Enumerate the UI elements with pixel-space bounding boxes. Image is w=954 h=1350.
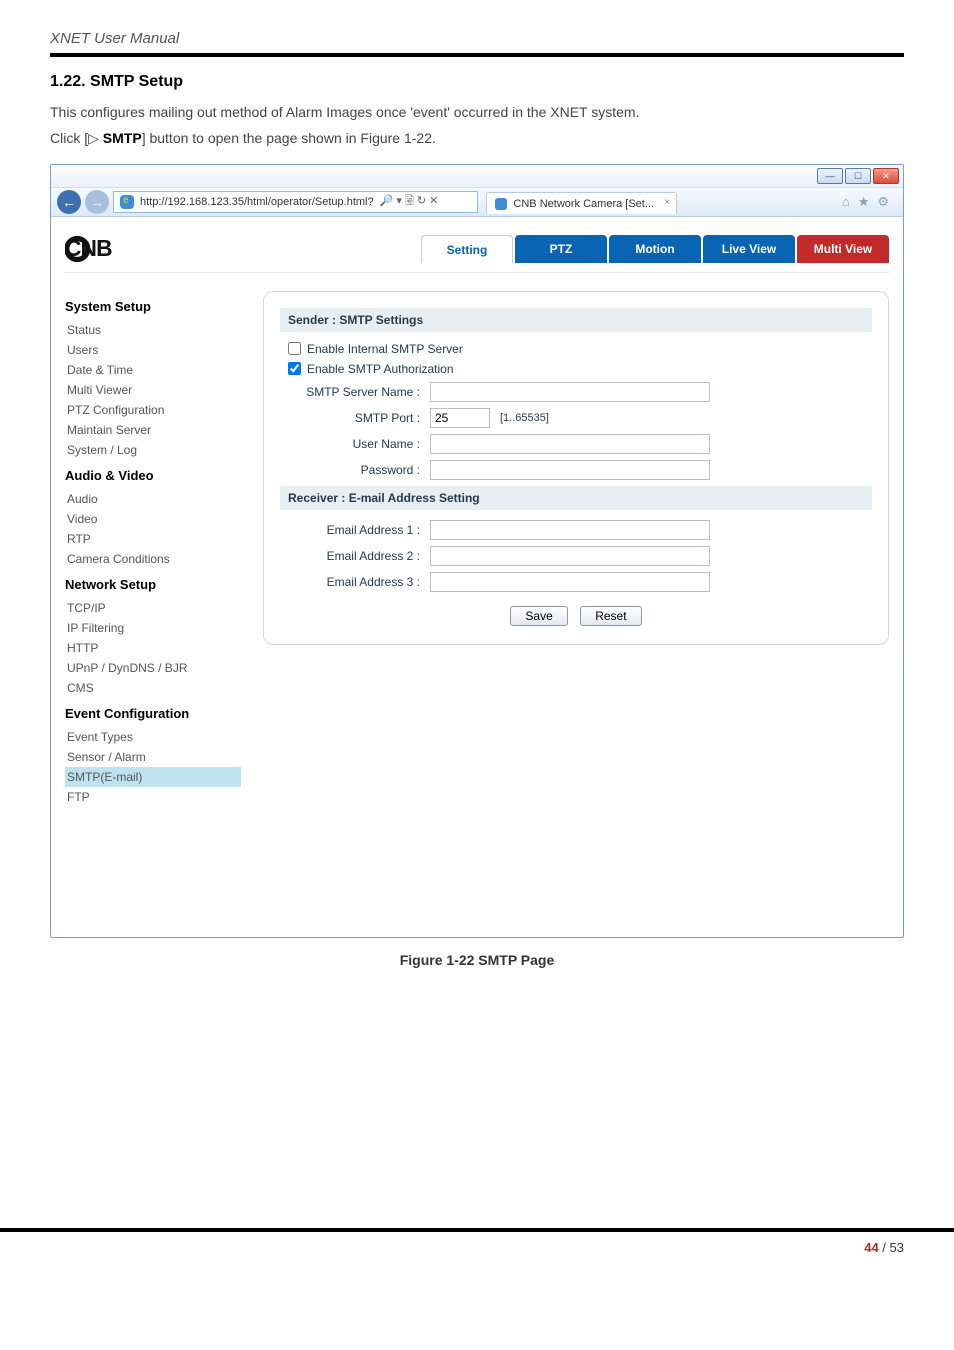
smtp-port-hint: [1..65535] xyxy=(500,412,549,424)
browser-tab[interactable]: CNB Network Camera [Set... × xyxy=(486,192,677,214)
tab-ptz[interactable]: PTZ xyxy=(515,235,607,263)
username-input[interactable] xyxy=(430,434,710,454)
rule-top xyxy=(50,53,904,57)
tab-setting[interactable]: Setting xyxy=(421,235,513,263)
window-maximize-button[interactable]: ☐ xyxy=(845,168,871,184)
intro-line-2: Click [▷ SMTP] button to open the page s… xyxy=(50,127,904,149)
address-tools[interactable]: 🔎 ▾ 🗟 ↻ ✕ xyxy=(380,192,439,211)
window-minimize-button[interactable]: — xyxy=(817,168,843,184)
sender-heading: Sender : SMTP Settings xyxy=(280,308,872,332)
tab-motion[interactable]: Motion xyxy=(609,235,701,263)
side-group-system: System Setup xyxy=(65,299,241,314)
side-group-network: Network Setup xyxy=(65,577,241,592)
sidebar-item-ftp[interactable]: FTP xyxy=(65,787,241,807)
email1-label: Email Address 1 : xyxy=(280,523,430,537)
forward-button[interactable]: → xyxy=(85,190,109,214)
password-label: Password : xyxy=(280,463,430,477)
sidebar-item-smtp[interactable]: SMTP(E-mail) xyxy=(65,767,241,787)
triangle-icon: ▷ xyxy=(88,127,99,149)
sidebar-item-users[interactable]: Users xyxy=(65,340,241,360)
sidebar-item-maintain[interactable]: Maintain Server xyxy=(65,420,241,440)
email3-input[interactable] xyxy=(430,572,710,592)
sidebar-item-datetime[interactable]: Date & Time xyxy=(65,360,241,380)
sidebar-item-cms[interactable]: CMS xyxy=(65,678,241,698)
sidebar-item-camera[interactable]: Camera Conditions xyxy=(65,549,241,569)
sidebar-item-ipfilter[interactable]: IP Filtering xyxy=(65,618,241,638)
tab-title: CNB Network Camera [Set... xyxy=(513,198,654,210)
back-button[interactable]: ← xyxy=(57,190,81,214)
tab-close-icon[interactable]: × xyxy=(664,197,670,208)
email1-input[interactable] xyxy=(430,520,710,540)
sidebar-item-rtp[interactable]: RTP xyxy=(65,529,241,549)
sidebar: System Setup Status Users Date & Time Mu… xyxy=(65,291,241,807)
smtp-port-label: SMTP Port : xyxy=(280,411,430,425)
home-icon[interactable]: ⌂ xyxy=(842,194,850,210)
figure-caption: Figure 1-22 SMTP Page xyxy=(50,952,904,968)
sidebar-item-audio[interactable]: Audio xyxy=(65,489,241,509)
side-group-event: Event Configuration xyxy=(65,706,241,721)
settings-icon[interactable]: ⚙ xyxy=(877,194,889,210)
nav-bar: ← → http://192.168.123.35/html/operator/… xyxy=(51,187,903,217)
intro2-prefix: Click [ xyxy=(50,130,88,146)
sidebar-item-tcpip[interactable]: TCP/IP xyxy=(65,598,241,618)
titlebar: — ☐ ✕ xyxy=(51,165,903,187)
sidebar-item-upnp[interactable]: UPnP / DynDNS / BJR xyxy=(65,658,241,678)
enable-smtp-auth-checkbox[interactable] xyxy=(288,362,301,375)
email2-label: Email Address 2 : xyxy=(280,549,430,563)
app-topbar: CNB Setting PTZ Motion Live View Multi V… xyxy=(65,227,889,273)
enable-internal-smtp-checkbox[interactable] xyxy=(288,342,301,355)
save-button[interactable]: Save xyxy=(510,606,567,626)
ie-tab-icon xyxy=(495,198,507,210)
sidebar-item-sensor[interactable]: Sensor / Alarm xyxy=(65,747,241,767)
url-text: http://192.168.123.35/html/operator/Setu… xyxy=(140,196,374,208)
side-group-av: Audio & Video xyxy=(65,468,241,483)
sidebar-item-ptzconfig[interactable]: PTZ Configuration xyxy=(65,400,241,420)
settings-panel: Sender : SMTP Settings Enable Internal S… xyxy=(263,291,889,807)
smtp-server-label: SMTP Server Name : xyxy=(280,385,430,399)
page-number: 44 / 53 xyxy=(0,1240,954,1285)
page-content: CNB Setting PTZ Motion Live View Multi V… xyxy=(51,217,903,937)
email2-input[interactable] xyxy=(430,546,710,566)
password-input[interactable] xyxy=(430,460,710,480)
sidebar-item-eventtypes[interactable]: Event Types xyxy=(65,727,241,747)
sidebar-item-systemlog[interactable]: System / Log xyxy=(65,440,241,460)
address-bar[interactable]: http://192.168.123.35/html/operator/Setu… xyxy=(113,191,478,213)
sidebar-item-http[interactable]: HTTP xyxy=(65,638,241,658)
favorites-icon[interactable]: ★ xyxy=(858,194,870,210)
window-close-button[interactable]: ✕ xyxy=(873,168,899,184)
intro2-suffix: ] button to open the page shown in Figur… xyxy=(142,130,436,146)
tab-multiview[interactable]: Multi View xyxy=(797,235,889,263)
page-total: 53 xyxy=(890,1240,904,1255)
page-sep: / xyxy=(879,1240,890,1255)
sidebar-item-multiviewer[interactable]: Multi Viewer xyxy=(65,380,241,400)
doc-header: XNET User Manual xyxy=(50,30,904,53)
rule-bottom xyxy=(0,1228,954,1232)
smtp-fieldset: Sender : SMTP Settings Enable Internal S… xyxy=(263,291,889,645)
tab-liveview[interactable]: Live View xyxy=(703,235,795,263)
section-title: 1.22. SMTP Setup xyxy=(50,73,904,91)
brand-logo: CNB xyxy=(65,235,215,263)
ie-icon xyxy=(120,195,134,209)
page-current: 44 xyxy=(864,1240,878,1255)
sidebar-item-video[interactable]: Video xyxy=(65,509,241,529)
username-label: User Name : xyxy=(280,437,430,451)
sidebar-item-status[interactable]: Status xyxy=(65,320,241,340)
enable-internal-smtp-label: Enable Internal SMTP Server xyxy=(307,342,463,356)
enable-smtp-auth-label: Enable SMTP Authorization xyxy=(307,362,454,376)
email3-label: Email Address 3 : xyxy=(280,575,430,589)
smtp-server-input[interactable] xyxy=(430,382,710,402)
reset-button[interactable]: Reset xyxy=(580,606,641,626)
toolbar-icons: ⌂ ★ ⚙ xyxy=(842,194,889,210)
intro2-bold: SMTP xyxy=(99,130,142,146)
receiver-heading: Receiver : E-mail Address Setting xyxy=(280,486,872,510)
smtp-port-input[interactable] xyxy=(430,408,490,428)
top-tabs: Setting PTZ Motion Live View Multi View xyxy=(419,235,889,263)
intro-line-1: This configures mailing out method of Al… xyxy=(50,101,904,123)
browser-window: — ☐ ✕ ← → http://192.168.123.35/html/ope… xyxy=(50,164,904,938)
